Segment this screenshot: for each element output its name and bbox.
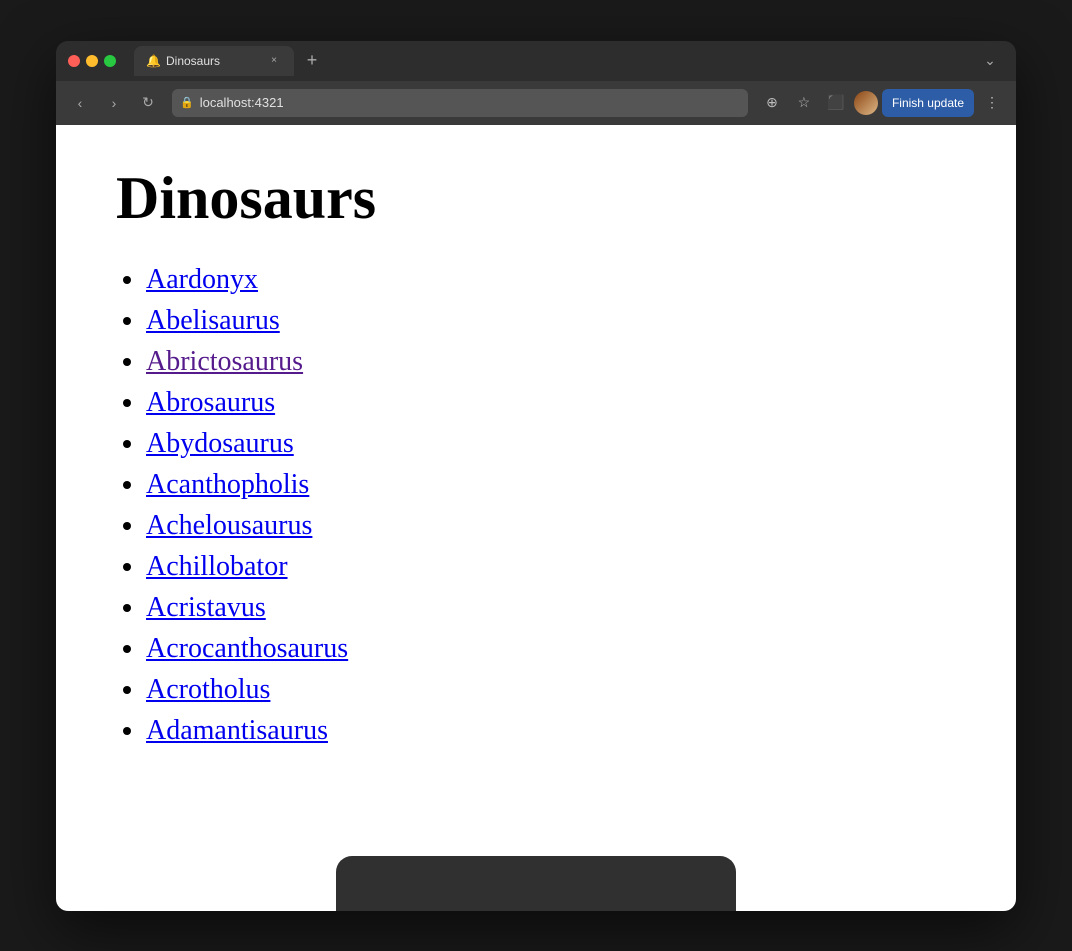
list-item: Adamantisaurus xyxy=(146,714,956,747)
dinosaur-link[interactable]: Acanthopholis xyxy=(146,469,309,500)
finish-update-button[interactable]: Finish update xyxy=(882,89,974,117)
zoom-button[interactable]: ⊕ xyxy=(758,89,786,117)
list-item: Achelousaurus xyxy=(146,509,956,542)
tab-close-button[interactable]: × xyxy=(266,53,282,69)
list-item: Acrotholus xyxy=(146,673,956,706)
list-item: Aardonyx xyxy=(146,263,956,296)
dinosaur-link[interactable]: Abydosaurus xyxy=(146,428,294,459)
address-text: localhost:4321 xyxy=(200,95,740,110)
forward-button[interactable]: › xyxy=(100,89,128,117)
minimize-window-button[interactable] xyxy=(86,55,98,67)
finish-update-label: Finish update xyxy=(892,96,964,110)
toolbar-actions: ⊕ ☆ ⬛ Finish update ⋮ xyxy=(758,89,1006,117)
page-title: Dinosaurs xyxy=(116,165,956,231)
list-item: Abelisaurus xyxy=(146,304,956,337)
profile-avatar[interactable] xyxy=(854,91,878,115)
back-button[interactable]: ‹ xyxy=(66,89,94,117)
page-content: Dinosaurs Aardonyx Abelisaurus Abrictosaur… xyxy=(56,125,1016,911)
browser-window: 🔔 Dinosaurs × + ⌄ ‹ › ↻ 🔒 localhost:4321… xyxy=(56,41,1016,911)
new-tab-button[interactable]: + xyxy=(298,47,326,75)
extensions-button[interactable]: ⬛ xyxy=(822,89,850,117)
secure-icon: 🔒 xyxy=(180,96,194,109)
dinosaur-link[interactable]: Adamantisaurus xyxy=(146,715,328,746)
list-item: Abrictosaurus xyxy=(146,345,956,378)
toolbar: ‹ › ↻ 🔒 localhost:4321 ⊕ ☆ ⬛ Finish upda… xyxy=(56,81,1016,125)
bookmark-button[interactable]: ☆ xyxy=(790,89,818,117)
tab-favicon-icon: 🔔 xyxy=(146,54,160,68)
bottom-overlay xyxy=(336,856,736,911)
list-item: Acristavus xyxy=(146,591,956,624)
dinosaur-link[interactable]: Acristavus xyxy=(146,592,266,623)
dinosaur-link[interactable]: Achelousaurus xyxy=(146,510,312,541)
close-window-button[interactable] xyxy=(68,55,80,67)
tab-menu-button[interactable]: ⌄ xyxy=(976,47,1004,75)
dinosaur-link[interactable]: Acrocanthosaurus xyxy=(146,633,348,664)
dinosaur-link[interactable]: Achillobator xyxy=(146,551,288,582)
dinosaur-list: Aardonyx Abelisaurus Abrictosaurus Abrosaur… xyxy=(116,263,956,747)
dinosaur-link[interactable]: Acrotholus xyxy=(146,674,270,705)
dinosaur-link[interactable]: Abelisaurus xyxy=(146,305,280,336)
reload-button[interactable]: ↻ xyxy=(134,89,162,117)
tabs-area: 🔔 Dinosaurs × + ⌄ xyxy=(134,46,1004,76)
title-bar: 🔔 Dinosaurs × + ⌄ xyxy=(56,41,1016,81)
list-item: Abrosaurus xyxy=(146,386,956,419)
dinosaur-link[interactable]: Aardonyx xyxy=(146,264,258,295)
list-item: Acrocanthosaurus xyxy=(146,632,956,665)
dinosaur-link[interactable]: Abrosaurus xyxy=(146,387,275,418)
tab-title-label: Dinosaurs xyxy=(166,54,260,68)
list-item: Achillobator xyxy=(146,550,956,583)
traffic-lights xyxy=(68,55,116,67)
list-item: Acanthopholis xyxy=(146,468,956,501)
list-item: Abydosaurus xyxy=(146,427,956,460)
more-options-button[interactable]: ⋮ xyxy=(978,89,1006,117)
dinosaur-link[interactable]: Abrictosaurus xyxy=(146,346,303,377)
address-bar[interactable]: 🔒 localhost:4321 xyxy=(172,89,748,117)
active-tab[interactable]: 🔔 Dinosaurs × xyxy=(134,46,294,76)
maximize-window-button[interactable] xyxy=(104,55,116,67)
